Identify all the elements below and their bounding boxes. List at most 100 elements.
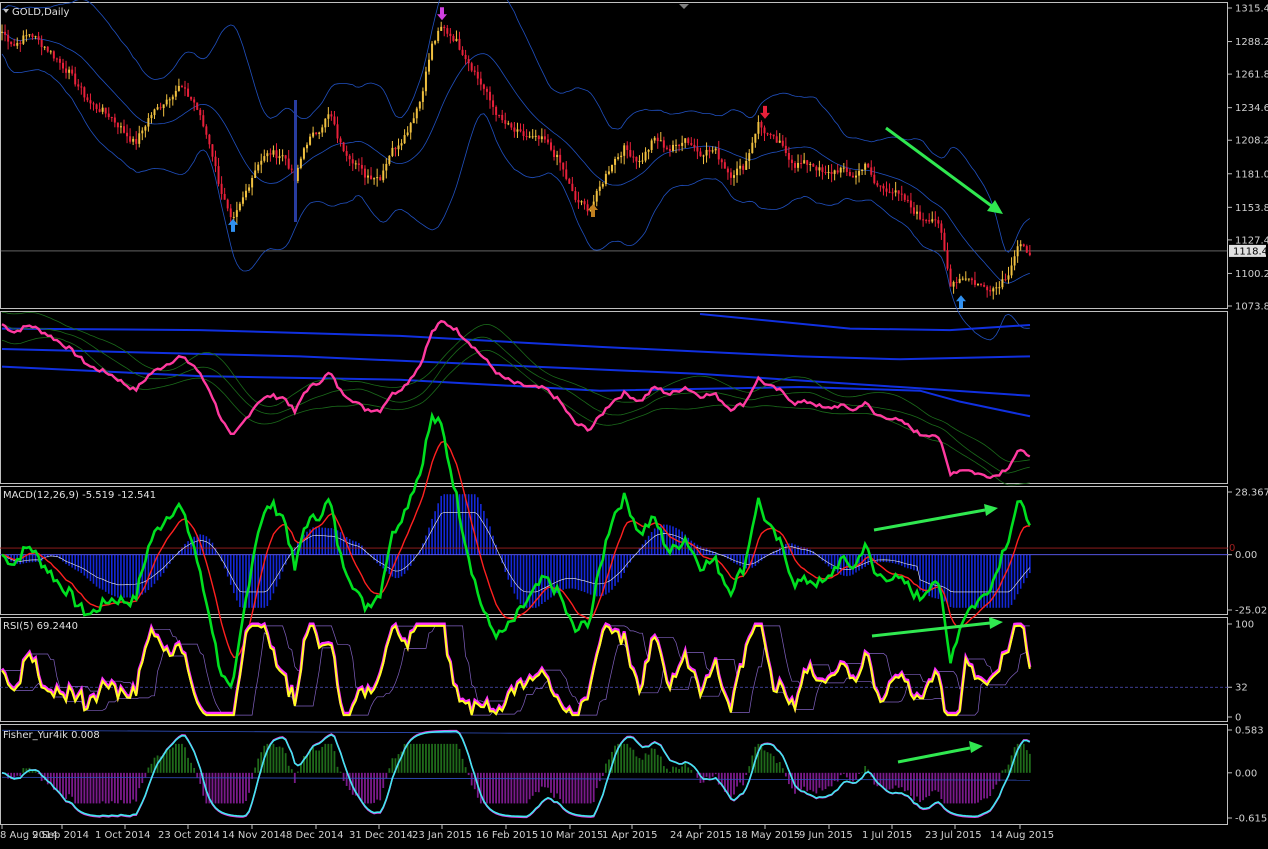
candle-body	[668, 148, 671, 151]
candle-body	[650, 140, 653, 150]
candle-body	[559, 154, 562, 163]
candle-body	[656, 137, 659, 142]
candle-body	[745, 160, 748, 170]
candle-body	[397, 145, 400, 150]
candle-body	[141, 130, 144, 134]
macd-axis-label: 0.00	[1235, 550, 1257, 561]
time-axis-label: 1 Apr 2015	[602, 830, 657, 841]
candle-body	[858, 170, 861, 176]
candle-body	[235, 210, 238, 217]
candle-body	[748, 153, 751, 161]
candle-body	[647, 149, 650, 152]
candle-body	[489, 91, 491, 101]
candle-body	[473, 70, 476, 72]
candle-body	[330, 114, 333, 117]
candle-body	[980, 284, 983, 286]
candle-body	[449, 33, 452, 36]
candle-body	[681, 142, 684, 146]
candle-body	[644, 151, 647, 161]
candle-body	[77, 84, 80, 87]
candle-body	[879, 185, 882, 187]
candle-body	[553, 149, 556, 158]
candle-body	[373, 178, 376, 180]
price-axis-label: 1208.20	[1235, 136, 1268, 147]
candle-body	[83, 87, 86, 98]
candle-body	[10, 41, 13, 45]
candle-body	[702, 155, 705, 157]
candle-body	[248, 187, 251, 191]
candle-body	[40, 39, 43, 48]
candle-body	[556, 154, 559, 158]
candle-body	[714, 148, 717, 151]
candle-body	[726, 168, 729, 173]
candle-body	[824, 172, 827, 174]
candle-body	[409, 123, 412, 133]
candle-body	[897, 190, 900, 194]
candle-body	[370, 175, 373, 180]
candle-body	[162, 104, 165, 109]
candle-body	[324, 118, 327, 128]
candle-body	[415, 108, 418, 119]
rsi-axis-label: 0	[1235, 713, 1241, 724]
candle-body	[360, 164, 363, 169]
candle-body	[739, 165, 742, 169]
candle-body	[604, 173, 607, 185]
time-axis-label: 23 Oct 2014	[158, 830, 220, 841]
candle-body	[479, 78, 482, 85]
candle-body	[784, 145, 787, 154]
candle-body	[379, 177, 382, 181]
candle-body	[424, 71, 427, 92]
time-axis-label: 23 Jan 2015	[412, 830, 472, 841]
candle-body	[4, 31, 7, 35]
candle-body	[571, 183, 574, 192]
candle-body	[916, 211, 918, 214]
candle-body	[519, 129, 522, 132]
time-axis-label: 14 Nov 2014	[222, 830, 286, 841]
candle-body	[562, 162, 565, 170]
candle-body	[446, 28, 449, 34]
candle-body	[620, 155, 623, 158]
gold-daily-chart[interactable]: 1315.40 1288.20 1261.80 1234.60 1208.20 1181.…	[0, 0, 1268, 845]
candle-body	[263, 156, 266, 161]
candle-body	[452, 35, 455, 41]
candle-body	[98, 109, 101, 112]
candle-body	[635, 156, 638, 162]
candle-body	[684, 138, 687, 143]
candle-body	[803, 160, 806, 164]
candle-body	[885, 188, 888, 192]
candle-body	[260, 160, 263, 165]
candle-body	[806, 160, 809, 165]
volatility-bar	[294, 100, 297, 222]
candle-body	[113, 117, 116, 123]
candle-body	[821, 167, 824, 173]
candle-body	[522, 131, 525, 136]
candle-body	[696, 147, 699, 152]
candle-body	[1016, 246, 1019, 257]
candle-body	[672, 144, 674, 151]
candle-body	[31, 34, 34, 38]
candle-body	[1022, 244, 1025, 247]
candle-body	[662, 140, 665, 148]
candle-body	[626, 145, 629, 150]
candle-body	[690, 143, 693, 145]
candle-body	[238, 203, 241, 211]
candle-body	[287, 158, 290, 169]
price-axis-label: 1288.20	[1235, 37, 1268, 48]
price-panel-title: GOLD,Daily	[12, 7, 69, 18]
candle-body	[223, 193, 226, 200]
candle-body	[940, 223, 943, 233]
candle-body	[888, 191, 891, 193]
candle-body	[903, 194, 906, 200]
candle-body	[333, 116, 336, 125]
candle-body	[729, 172, 732, 178]
candle-body	[1028, 252, 1031, 256]
candle-body	[302, 148, 305, 159]
time-axis-label: 31 Dec 2014	[349, 830, 413, 841]
candle-body	[964, 278, 967, 280]
candle-body	[1001, 279, 1004, 288]
candle-body	[1025, 246, 1028, 253]
candle-body	[611, 164, 613, 172]
candle-body	[196, 102, 199, 110]
candle-body	[797, 162, 800, 168]
candle-body	[842, 167, 845, 169]
